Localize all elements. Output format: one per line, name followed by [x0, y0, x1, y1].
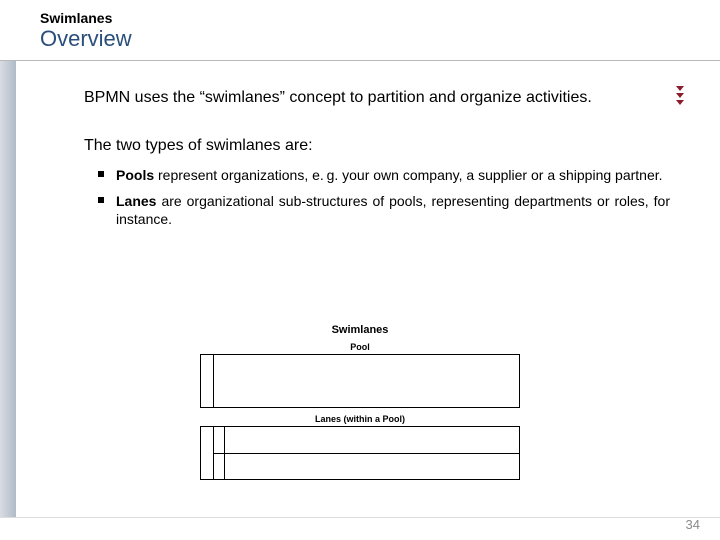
footer-rule [0, 517, 720, 518]
bullet-square-icon [98, 171, 104, 177]
bullet-level2-list: Pools represent organizations, e. g. you… [84, 166, 670, 229]
triangle-icon [676, 100, 684, 105]
triangle-icon [676, 93, 684, 98]
lanes-header-strip [201, 427, 214, 479]
diagram-lanes-label: Lanes (within a Pool) [200, 414, 520, 424]
kicker-text: Swimlanes [40, 10, 720, 26]
content-area: BPMN uses the “swimlanes” concept to par… [84, 88, 670, 237]
swimlanes-diagram: Swimlanes Pool Lanes (within a Pool) [200, 324, 520, 480]
diagram-pool-label: Pool [200, 342, 520, 352]
bullet2-bold: Lanes [116, 193, 156, 209]
lane-name-strip [214, 427, 225, 453]
header: Swimlanes Overview [0, 0, 720, 52]
lane-row [214, 427, 519, 453]
page-number: 34 [686, 517, 700, 532]
slide: Swimlanes Overview BPMN uses the “swimla… [0, 0, 720, 540]
pool-header-strip [201, 355, 214, 407]
pool-box [200, 354, 520, 408]
lanes-box [200, 426, 520, 480]
diagram-title: Swimlanes [200, 324, 520, 336]
header-rule [0, 60, 720, 61]
bullet-text: BPMN uses the “swimlanes” concept to par… [84, 88, 670, 108]
left-sidebar-decor [0, 61, 16, 518]
bullet-level2: Pools represent organizations, e. g. you… [84, 166, 670, 184]
bullet2-rest: are organizational sub-structures of poo… [116, 193, 670, 227]
triangle-icon [676, 86, 684, 91]
bullet2-rest: represent organizations, e. g. your own … [154, 167, 662, 183]
lane-body [225, 454, 519, 480]
bullet-level1: BPMN uses the “swimlanes” concept to par… [84, 88, 670, 108]
slide-title: Overview [40, 26, 720, 52]
lane-row [214, 453, 519, 480]
lane-body [225, 427, 519, 453]
pool-body [214, 355, 519, 407]
lanes-body [214, 427, 519, 479]
lane-name-strip [214, 454, 225, 480]
bullet-level2: Lanes are organizational sub-structures … [84, 192, 670, 228]
bullet-level1: The two types of swimlanes are: Pools re… [84, 136, 670, 229]
decor-triangles [676, 86, 684, 105]
bullet2-bold: Pools [116, 167, 154, 183]
bullet-square-icon [98, 197, 104, 203]
bullet-text: The two types of swimlanes are: [84, 136, 670, 156]
